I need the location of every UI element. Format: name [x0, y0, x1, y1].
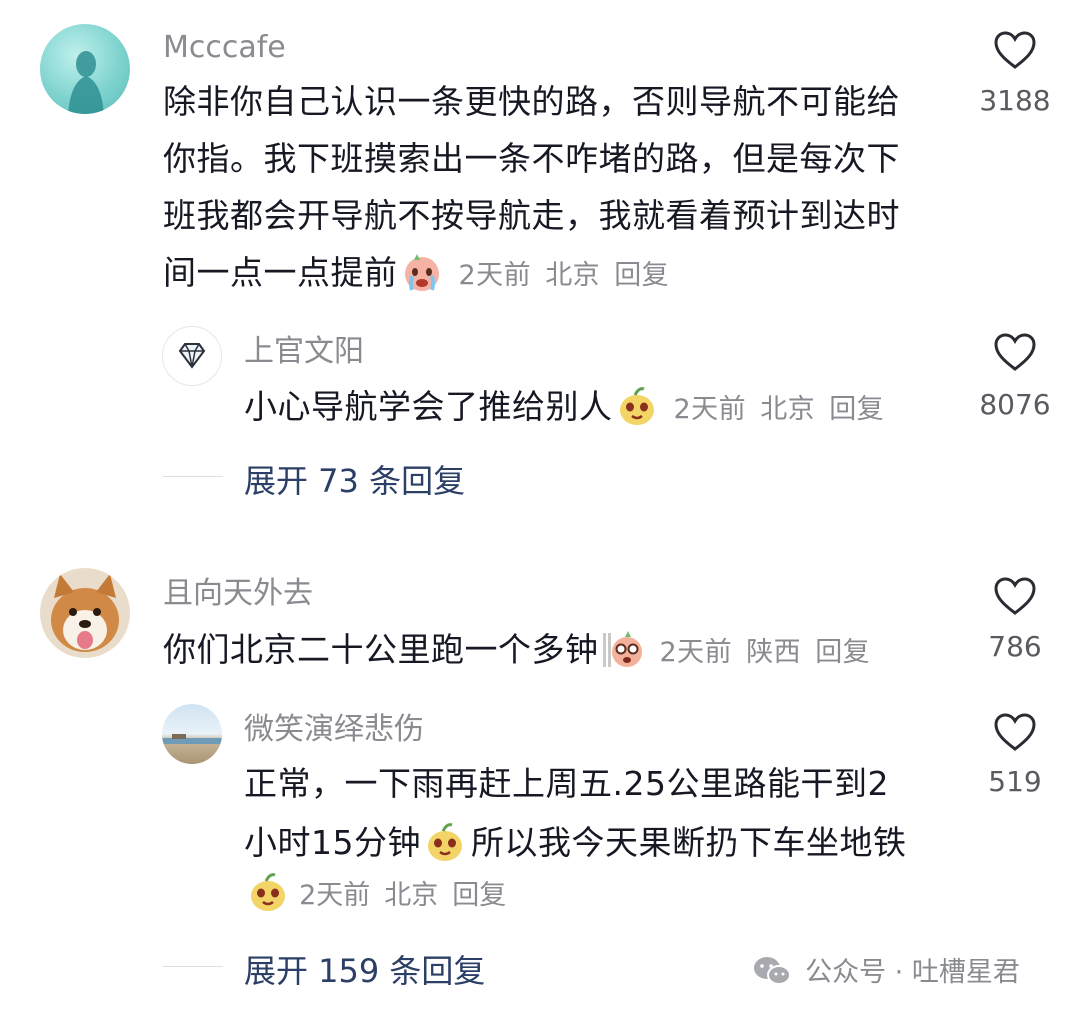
reply-time: 2天前: [673, 394, 747, 425]
diamond-icon: [178, 343, 206, 369]
like-count: 786: [988, 630, 1042, 663]
reply-button[interactable]: 回复: [815, 637, 870, 668]
beach-avatar-icon: [162, 734, 222, 744]
reply-time: 2天前: [299, 880, 371, 911]
heart-icon: [994, 577, 1036, 615]
comment-text-row: 你们北京二十公里跑一个多钟 2天前 陕西 回复: [163, 621, 884, 686]
reply-username[interactable]: 上官文阳: [244, 332, 364, 372]
avatar[interactable]: [40, 568, 130, 658]
like-button[interactable]: [960, 30, 1070, 74]
expand-replies-button[interactable]: 展开 73 条回复: [244, 456, 465, 502]
like-button[interactable]: [960, 712, 1070, 756]
reply-button[interactable]: 回复: [452, 880, 506, 911]
pear-emoji-icon: [246, 872, 290, 916]
reply-button[interactable]: 回复: [614, 260, 669, 291]
wechat-icon: [752, 955, 792, 991]
dog-avatar-icon: [51, 574, 119, 652]
reply-username[interactable]: 微笑演绎悲伤: [244, 710, 424, 750]
crying-emoji-icon: [400, 252, 444, 309]
reply-meta-row: 2天前 北京 回复: [244, 872, 520, 916]
reply-text-row: 小心导航学会了推给别人 2天前 北京 回复: [244, 378, 898, 443]
avatar[interactable]: [162, 326, 222, 386]
reply-location: 北京: [384, 880, 439, 911]
comment-text: 除非你自己认识一条更快的路，否则导航不可能给 你指。我下班摸索出一条不咋堵的路，…: [163, 73, 953, 309]
comment-text: 你们北京二十公里跑一个多钟: [163, 630, 599, 669]
avatar[interactable]: [40, 24, 130, 114]
expand-divider: [163, 476, 223, 477]
reply-button[interactable]: 回复: [829, 394, 884, 425]
expand-replies-button[interactable]: 展开 159 条回复: [244, 946, 485, 992]
reply-text-line: 正常，一下雨再赶上周五.25公里路能干到2: [244, 764, 889, 803]
pear-emoji-icon: [615, 386, 659, 443]
like-button[interactable]: [960, 576, 1070, 620]
reply-text-line: 所以我今天果断扔下车坐地铁: [471, 823, 907, 862]
comment-time: 2天前: [458, 260, 532, 291]
heart-icon: [994, 713, 1036, 751]
comment-text-line: 你指。我下班摸索出一条不咋堵的路，但是每次下: [163, 139, 900, 178]
shocked-emoji-icon: [601, 629, 645, 686]
pear-emoji-icon: [423, 822, 467, 879]
like-count: 3188: [979, 84, 1051, 117]
reply-text: 正常，一下雨再赶上周五.25公里路能干到2 小时15分钟 所以我今天果断扔下车坐地…: [244, 755, 944, 879]
heart-icon: [994, 333, 1036, 371]
heart-icon: [994, 31, 1036, 69]
comment-time: 2天前: [659, 637, 733, 668]
comment-text-line: 班我都会开导航不按导航走，我就看着预计到达时: [163, 196, 900, 235]
avatar[interactable]: [162, 704, 222, 764]
reply-location: 北京: [760, 394, 816, 425]
comment-username[interactable]: Mcccafe: [163, 28, 286, 68]
like-button[interactable]: [960, 332, 1070, 376]
comment-username[interactable]: 且向天外去: [163, 574, 313, 614]
comment-text-line: 除非你自己认识一条更快的路，否则导航不可能给: [163, 82, 900, 121]
avatar-figure-icon: [68, 51, 104, 114]
watermark: 公众号 · 吐槽星君: [752, 950, 1020, 991]
expand-divider: [163, 966, 223, 967]
reply-text: 小心导航学会了推给别人: [244, 387, 613, 426]
like-count: 519: [988, 765, 1042, 798]
reply-text-line: 小时15分钟: [244, 823, 421, 862]
comment-location: 陕西: [746, 637, 802, 668]
comment-location: 北京: [545, 260, 601, 291]
comment-text-line: 间一点一点提前: [163, 253, 398, 292]
like-count: 8076: [979, 388, 1051, 421]
watermark-text: 公众号 · 吐槽星君: [805, 957, 1020, 988]
